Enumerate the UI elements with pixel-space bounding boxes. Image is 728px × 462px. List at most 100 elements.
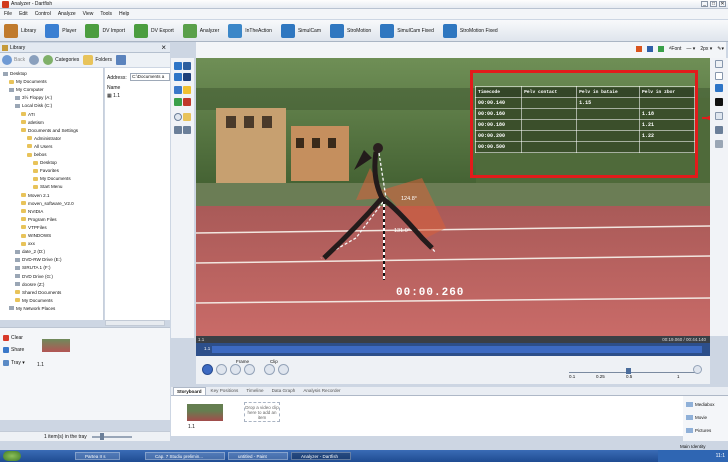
color-red-icon[interactable] [636,46,643,52]
next-frame-button[interactable] [244,364,255,375]
font-button[interactable]: ᴬFont [669,46,681,52]
storyboard-thumbnail[interactable] [187,404,223,421]
movie-button[interactable]: Movie [695,415,707,420]
menu-view[interactable]: View [83,11,94,17]
settings-tool-icon[interactable] [715,140,723,148]
library-close-icon[interactable]: × [161,43,166,52]
magnifier-tool-icon[interactable] [174,113,182,121]
angle-tool-icon[interactable] [174,62,182,70]
library-button[interactable]: Library [4,23,36,38]
tray-thumbnail[interactable] [42,339,70,352]
text-tool-icon[interactable] [715,112,723,120]
prev-frame-button[interactable] [230,364,241,375]
tree-item[interactable]: Desktop [3,71,27,76]
tree-item[interactable]: VTPFiles [21,225,47,230]
stromotion-fixed-button[interactable]: StroMotion Fixed [442,23,498,38]
menu-help[interactable]: Help [119,11,129,17]
grid-tool-icon[interactable] [183,62,191,70]
share-button[interactable]: Share [11,347,24,353]
tab-key-positions[interactable]: Key Positions [208,387,242,395]
color-blue-icon[interactable] [647,46,654,52]
tree-item[interactable]: atletism [21,120,44,125]
split-tool-icon[interactable] [174,126,182,134]
letter-c-tool-icon[interactable] [174,98,182,106]
tree-item[interactable]: moven_software_V2.0 [21,201,74,206]
tree-item[interactable]: Desktop [33,160,57,165]
letter-d-tool-icon[interactable] [183,98,191,106]
tab-timeline[interactable]: Timeline [243,387,266,395]
tree-item[interactable]: Documents and Settings [21,128,78,133]
list-item[interactable]: ▦ 1.1 [107,93,120,99]
menu-file[interactable]: File [4,11,12,17]
forward-arrow-icon[interactable] [29,55,40,65]
tree-item[interactable]: xxx [21,241,35,246]
sigma-tool-icon[interactable] [183,126,191,134]
tree-item[interactable]: Local Disk (C:) [15,103,52,108]
back-button[interactable]: Back [2,55,25,65]
clock[interactable]: 11:1 [716,453,725,459]
chart-tool-icon[interactable] [174,73,182,81]
analyzer-button[interactable]: Analyzer [182,23,219,38]
zoom-slider-knob[interactable] [100,433,104,440]
folder-tree[interactable]: Desktop My Documents My Computer 3½ Floppy … [0,68,104,320]
speed-toggle-button[interactable] [693,365,702,374]
maximize-button[interactable]: □ [710,1,717,7]
bars-tool-icon[interactable] [183,73,191,81]
play-button[interactable] [202,364,213,375]
taskbar-item-paint[interactable]: untitled - Paint [228,452,288,460]
stop-button[interactable] [216,364,227,375]
tree-item[interactable]: Administrator [27,136,61,141]
next-clip-button[interactable] [278,364,289,375]
simulcam-fixed-button[interactable]: SimulCam Fixed [380,23,434,38]
zoom-slider-track[interactable] [92,436,132,438]
tab-storyboard[interactable]: Storyboard [173,387,206,395]
mediabox-button[interactable]: Mediabox [695,402,715,407]
seek-bar[interactable]: 1.1 [196,343,710,356]
pencil-tool-icon[interactable] [715,98,723,106]
view-mode-icon[interactable] [116,55,126,65]
tree-item[interactable]: date_2 (D:) [15,249,45,254]
tree-item[interactable]: 3½ Floppy (A:) [15,95,52,100]
line-style-button[interactable]: — ▾ [686,46,695,52]
close-button[interactable]: ✕ [719,1,726,7]
menu-tools[interactable]: Tools [100,11,112,17]
menu-control[interactable]: Control [35,11,51,17]
measurement-table-overlay[interactable]: Timecode Pelv contact Pelv in bataie Pel… [470,70,698,178]
tree-item[interactable]: ATI [21,112,35,117]
tree-item[interactable]: bebos [27,152,47,157]
tree-item[interactable]: DVD Drive (G:) [15,274,53,279]
simulcam-button[interactable]: SimulCam [280,23,321,38]
measure-tool-icon[interactable] [715,126,723,134]
tree-item[interactable]: All Users [27,144,52,149]
tab-analysis-recorder[interactable]: Analysis Recorder [300,387,343,395]
tree-item[interactable]: Start Menu [33,184,62,189]
tree-item[interactable]: Favorites [33,168,59,173]
tree-item[interactable]: NVIDIA [21,209,43,214]
pen-icon[interactable]: ✎▾ [717,46,724,52]
player-button[interactable]: Player [45,23,76,38]
tree-item[interactable]: My Computer [9,87,44,92]
tree-item[interactable]: doosre (Z:) [15,282,44,287]
dv-import-button[interactable]: DV Import [85,23,125,38]
chart-small-icon[interactable] [715,84,723,92]
tray-button[interactable]: Tray ▾ [11,360,25,366]
library-scrollbar[interactable] [105,320,165,326]
stromotion-button[interactable]: StroMotion [330,23,371,38]
menu-analyze[interactable]: Analyze [58,11,76,17]
dv-export-button[interactable]: DV Export [134,23,174,38]
cursor-tool-icon[interactable] [715,60,723,68]
address-input[interactable]: C:\Documents a [130,73,170,81]
color-green-icon[interactable] [658,46,665,52]
hand-tool-icon[interactable] [183,113,191,121]
pictures-button[interactable]: Pictures [695,428,711,433]
taskbar-item-analyzer[interactable]: Analyzer - Dartfish [291,452,351,460]
tab-data-graph[interactable]: Data Graph [269,387,299,395]
taskbar-item-partea[interactable]: Partea II s [75,452,120,460]
taskbar-item-cap7[interactable]: Cap. 7 Studiu prelimin... [145,452,225,460]
doc-tool-icon[interactable] [715,72,723,80]
intheaction-button[interactable]: InTheAction [228,23,272,38]
letter-b-tool-icon[interactable] [183,86,191,94]
tree-item[interactable]: Shared Documents [15,290,61,295]
tree-item[interactable]: My Documents [9,79,47,84]
clear-button[interactable]: Clear [11,335,23,341]
